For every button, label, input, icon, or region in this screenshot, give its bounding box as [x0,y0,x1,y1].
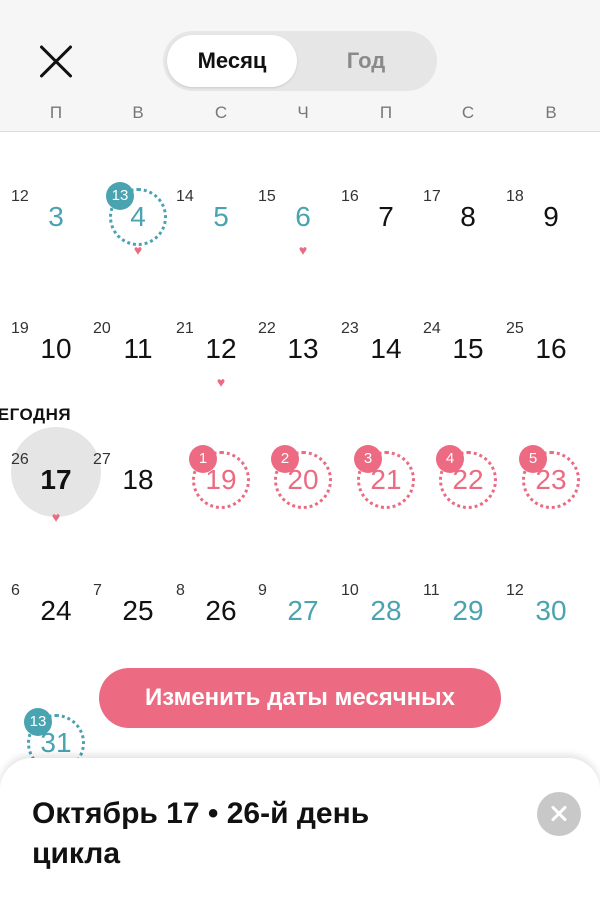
cycle-day-badge: 13 [106,182,134,210]
day-detail-sheet: Октябрь 17 • 26-й день цикла [0,758,600,898]
calendar-day[interactable]: 6 24 [11,582,97,714]
calendar-date-number: 14 [370,333,402,364]
calendar-date-number: 27 [287,595,319,626]
cycle-day-badge: 13 [24,708,52,736]
calendar-date-number: 6 [295,201,311,232]
cycle-day-badge: 1 [189,445,217,473]
heart-icon: ♥ [133,242,143,258]
calendar-day[interactable]: 23 14 [341,320,427,452]
weekday-label: П [49,103,63,122]
close-icon[interactable] [32,38,80,86]
calendar-day[interactable]: 12 30 [506,582,592,714]
calendar-date-number: 17 [40,464,72,495]
calendar-date-number: 15 [452,333,484,364]
cycle-day-badge: 2 [271,445,299,473]
weekday-label: В [132,103,144,122]
calendar-date-number: 10 [40,333,72,364]
weekday-label: В [545,103,557,122]
heart-icon: ♥ [298,242,308,258]
calendar-date-number: 18 [122,464,154,495]
calendar-day[interactable]: 21 12 ♥ [176,320,262,452]
calendar-day[interactable]: 24 15 [423,320,509,452]
cycle-day-badge: 3 [354,445,382,473]
calendar-day[interactable]: 25 16 [506,320,592,452]
calendar-date-number: 5 [213,201,229,232]
cycle-day-badge: 4 [436,445,464,473]
calendar-date-number: 16 [535,333,567,364]
tab-year[interactable]: Год [301,35,431,87]
calendar-date-number: 24 [40,595,72,626]
heart-icon: ♥ [51,509,61,525]
day-detail-title: Октябрь 17 • 26-й день цикла [32,797,370,870]
tab-month[interactable]: Месяц [167,35,297,87]
calendar-day[interactable]: 16 7 [341,188,427,320]
cycle-day-badge: 5 [519,445,547,473]
calendar-date-number: 3 [48,201,64,232]
calendar-day[interactable]: 27 18 [93,451,179,583]
calendar-date-number: 26 [205,595,237,626]
calendar-date-number: 9 [543,201,559,232]
weekday-label: Ч [297,103,309,122]
calendar-date-number: 11 [123,333,153,364]
calendar-date-number: 8 [460,201,476,232]
calendar-day[interactable]: 15 6 ♥ [258,188,344,320]
weekday-label: П [379,103,393,122]
calendar-day[interactable]: 18 9 [506,188,592,320]
calendar-date-number: 7 [378,201,394,232]
calendar-day[interactable]: 14 5 [176,188,262,320]
calendar-day[interactable]: 21 3 [345,445,427,583]
weekday-header: ПВСЧПСВ [0,103,600,131]
calendar-day[interactable]: 23 5 [510,445,592,583]
view-segmented-control: Месяц Год [163,31,437,91]
calendar-date-number: 12 [205,333,237,364]
calendar-day[interactable]: 20 11 [93,320,179,452]
weekday-label: С [461,103,475,122]
calendar-day[interactable]: 12 3 [11,188,97,320]
calendar-day[interactable]: СЕГОДНЯ2617♥ [0,405,101,583]
calendar-day[interactable]: 22 4 [427,445,509,583]
calendar-date-number: 28 [370,595,402,626]
calendar-date-number: 29 [452,595,484,626]
calendar-day[interactable]: 19 1 [180,445,262,583]
calendar-date-number: 25 [122,595,154,626]
calendar-day[interactable]: 4 13 ♥ [97,182,179,320]
calendar-day[interactable]: 17 8 [423,188,509,320]
top-bar: Месяц Год П В С Ч П С В [0,0,600,132]
calendar-day[interactable]: 22 13 [258,320,344,452]
heart-icon: ♥ [216,374,226,390]
calendar-date-number: 30 [535,595,567,626]
calendar-day[interactable]: 20 2 [262,445,344,583]
calendar-date-number: 13 [287,333,319,364]
close-circle-icon[interactable] [537,792,581,836]
weekday-label: С [214,103,228,122]
edit-period-dates-button[interactable]: Изменить даты месячных [99,668,501,728]
today-label: СЕГОДНЯ [0,405,72,424]
